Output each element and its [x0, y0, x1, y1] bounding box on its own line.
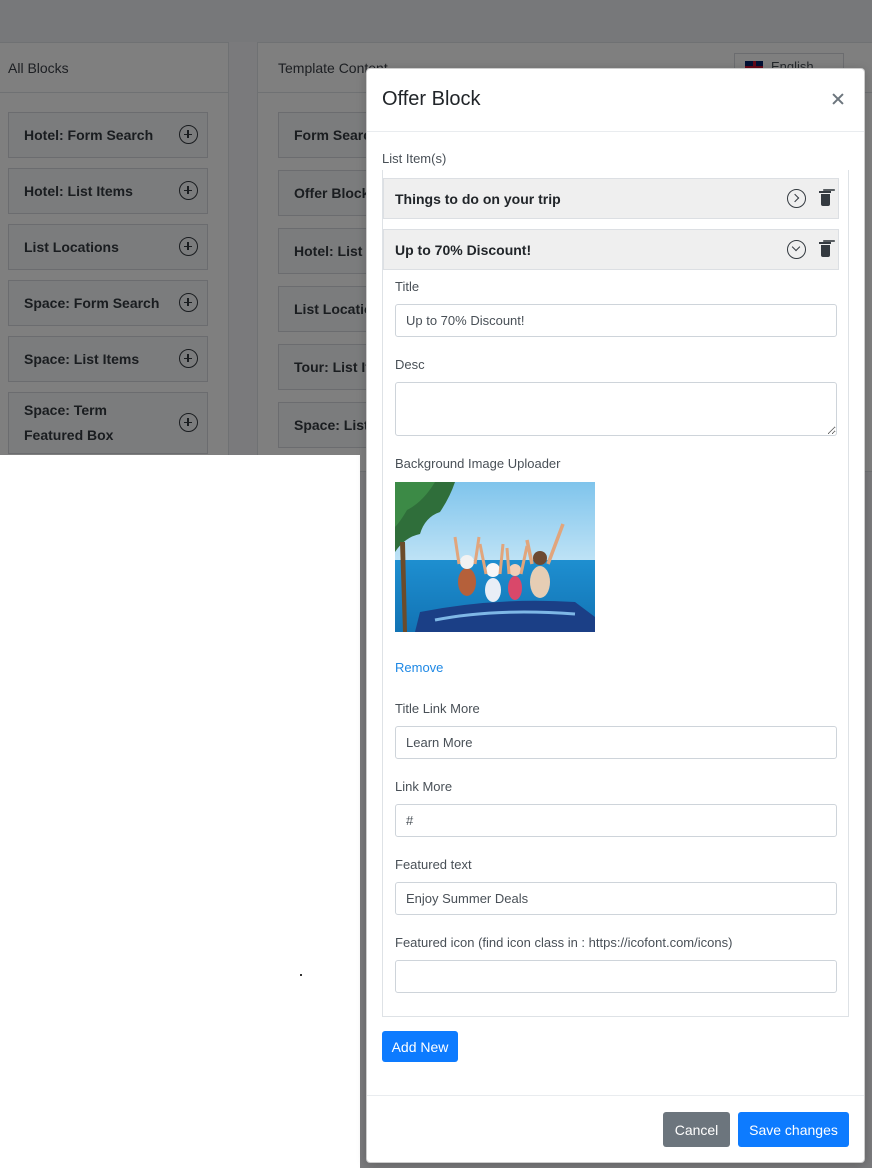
background-image-preview	[395, 482, 595, 632]
add-new-button[interactable]: Add New	[382, 1031, 458, 1062]
link-more-input[interactable]	[395, 804, 837, 837]
list-items-label: List Item(s)	[382, 151, 447, 166]
featured-icon-label: Featured icon (find icon class in : http…	[395, 935, 733, 950]
modal-footer: Cancel Save changes	[367, 1095, 864, 1164]
featured-text-label: Featured text	[395, 857, 472, 872]
modal-header: Offer Block	[367, 69, 864, 132]
chevron-right-circle-icon[interactable]	[787, 189, 806, 208]
save-changes-button[interactable]: Save changes	[738, 1112, 849, 1147]
blank-area	[0, 455, 360, 1168]
background-image-label: Background Image Uploader	[395, 456, 561, 471]
offer-block-modal: Offer Block List Item(s) Things to do on…	[366, 68, 865, 1163]
featured-text-input[interactable]	[395, 882, 837, 915]
list-item-header[interactable]: Up to 70% Discount!	[383, 229, 839, 270]
stray-dot	[300, 974, 302, 976]
modal-title: Offer Block	[382, 88, 481, 110]
beach-photo-image	[395, 482, 595, 632]
featured-icon-input[interactable]	[395, 960, 837, 993]
list-item-title: Up to 70% Discount!	[395, 241, 532, 258]
desc-textarea[interactable]	[395, 382, 837, 436]
title-input[interactable]	[395, 304, 837, 337]
title-label: Title	[395, 279, 420, 294]
link-more-label: Link More	[395, 779, 453, 794]
list-items-container: Things to do on your trip Up to 70% Disc…	[382, 170, 849, 1017]
title-link-more-label: Title Link More	[395, 701, 480, 716]
list-item-title: Things to do on your trip	[395, 190, 561, 207]
remove-image-link[interactable]: Remove	[395, 660, 443, 675]
trash-icon[interactable]	[819, 190, 831, 207]
trash-icon[interactable]	[819, 241, 831, 258]
title-link-more-input[interactable]	[395, 726, 837, 759]
cancel-button[interactable]: Cancel	[663, 1112, 730, 1147]
desc-label: Desc	[395, 357, 425, 372]
close-icon[interactable]	[830, 88, 846, 108]
chevron-down-circle-icon[interactable]	[787, 240, 806, 259]
list-item-header[interactable]: Things to do on your trip	[383, 178, 839, 219]
